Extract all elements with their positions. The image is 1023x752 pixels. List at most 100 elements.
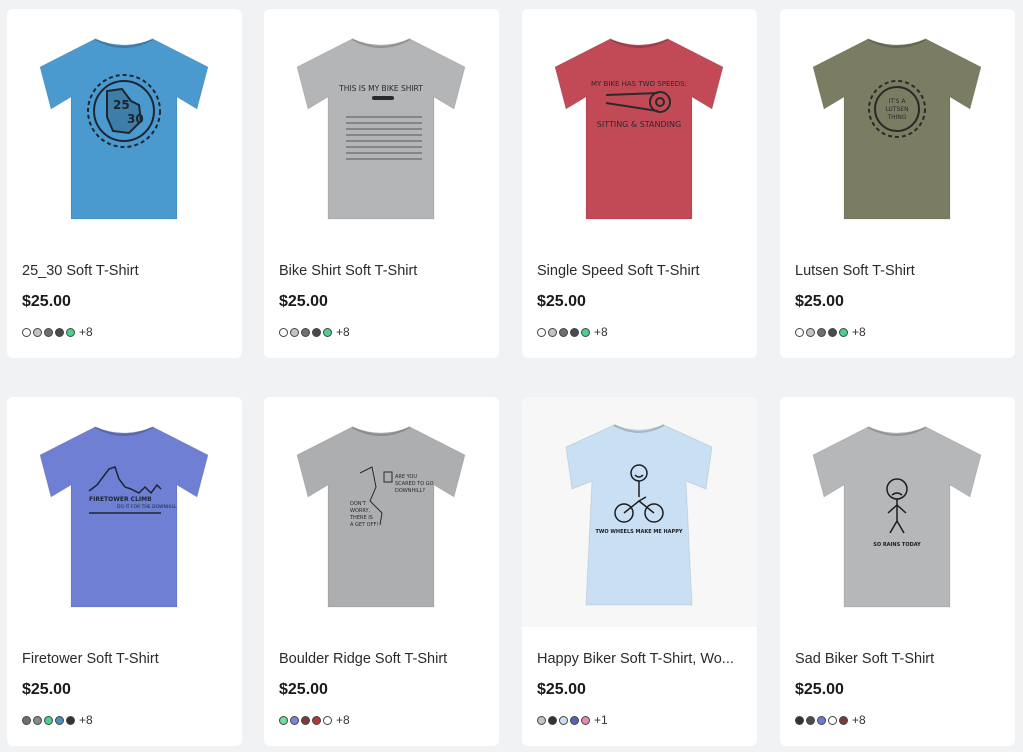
color-swatches[interactable]: +8	[279, 325, 350, 339]
color-swatch[interactable]	[33, 715, 42, 725]
color-swatch[interactable]	[828, 327, 837, 337]
color-swatch[interactable]	[581, 327, 590, 337]
graphic-text-4: WORRY,	[350, 508, 371, 514]
color-swatch[interactable]	[33, 327, 42, 337]
product-image[interactable]: FIRETOWER CLIMB DO IT FOR THE DOWNHILL	[7, 397, 242, 627]
color-swatches[interactable]: +1	[537, 713, 608, 727]
graphic-text-5: THERE IS	[349, 515, 373, 521]
tshirt-image: FIRETOWER CLIMB DO IT FOR THE DOWNHILL	[39, 426, 209, 608]
tshirt-image: SO RAINS TODAY	[812, 426, 982, 608]
color-swatch[interactable]	[795, 715, 804, 725]
product-card[interactable]: 25 30 25_30 Soft T-Shirt $25.00 +8	[7, 9, 242, 358]
graphic-text-1: DO IT FOR THE DOWNHILL	[117, 504, 177, 510]
color-swatch[interactable]	[290, 327, 299, 337]
product-title[interactable]: Boulder Ridge Soft T-Shirt	[279, 651, 489, 667]
color-swatch[interactable]	[806, 327, 815, 337]
graphic-text-3: DON'T	[350, 501, 367, 507]
product-title[interactable]: Bike Shirt Soft T-Shirt	[279, 263, 489, 279]
graphic-text-0: ARE YOU	[395, 474, 417, 480]
color-swatch[interactable]	[839, 327, 848, 337]
color-swatch[interactable]	[817, 327, 826, 337]
color-swatch[interactable]	[839, 715, 848, 725]
tshirt-image: THIS IS MY BIKE SHIRT	[296, 38, 466, 220]
color-swatch[interactable]	[806, 715, 815, 725]
color-swatch[interactable]	[537, 715, 546, 725]
product-price: $25.00	[22, 681, 71, 698]
graphic-text-2: DOWNHILL?	[395, 488, 425, 494]
color-swatch[interactable]	[55, 715, 64, 725]
color-swatch[interactable]	[312, 715, 321, 725]
product-card[interactable]: IT'S A LUTSEN THING Lutsen Soft T-Shirt …	[780, 9, 1015, 358]
color-swatch[interactable]	[323, 327, 332, 337]
color-swatch[interactable]	[279, 327, 288, 337]
color-swatch[interactable]	[570, 715, 579, 725]
product-price: $25.00	[537, 293, 586, 310]
product-card[interactable]: ARE YOU SCARED TO GO DOWNHILL? DON'T WOR…	[264, 397, 499, 746]
color-swatch[interactable]	[559, 327, 568, 337]
color-swatch[interactable]	[44, 327, 53, 337]
graphic-text-0: THIS IS MY BIKE SHIRT	[338, 84, 423, 93]
product-card[interactable]: FIRETOWER CLIMB DO IT FOR THE DOWNHILL F…	[7, 397, 242, 746]
graphic-text-1: SITTING & STANDING	[597, 120, 681, 129]
product-price: $25.00	[795, 293, 844, 310]
product-title[interactable]: Firetower Soft T-Shirt	[22, 651, 232, 667]
color-swatch[interactable]	[559, 715, 568, 725]
color-swatch[interactable]	[581, 715, 590, 725]
tshirt-image: MY BIKE HAS TWO SPEEDS: SITTING & STANDI…	[554, 38, 724, 220]
color-swatch[interactable]	[301, 715, 310, 725]
product-title[interactable]: Happy Biker Soft T-Shirt, Wo...	[537, 651, 747, 667]
color-swatches[interactable]: +8	[795, 325, 866, 339]
color-swatch[interactable]	[66, 715, 75, 725]
color-swatch[interactable]	[44, 715, 53, 725]
product-title[interactable]: 25_30 Soft T-Shirt	[22, 263, 232, 279]
product-card[interactable]: MY BIKE HAS TWO SPEEDS: SITTING & STANDI…	[522, 9, 757, 358]
product-title[interactable]: Single Speed Soft T-Shirt	[537, 263, 747, 279]
graphic-text-0: SO RAINS TODAY	[873, 542, 921, 548]
color-swatch[interactable]	[548, 327, 557, 337]
product-image[interactable]: MY BIKE HAS TWO SPEEDS: SITTING & STANDI…	[522, 9, 757, 239]
color-swatch[interactable]	[817, 715, 826, 725]
color-swatches[interactable]: +8	[279, 713, 350, 727]
color-swatch[interactable]	[548, 715, 557, 725]
color-swatch[interactable]	[22, 715, 31, 725]
product-image[interactable]: SO RAINS TODAY	[780, 397, 1015, 627]
tshirt-image: IT'S A LUTSEN THING	[812, 38, 982, 220]
color-swatch[interactable]	[570, 327, 579, 337]
product-image[interactable]: 25 30	[7, 9, 242, 239]
color-swatch[interactable]	[55, 327, 64, 337]
color-swatches[interactable]: +8	[22, 325, 93, 339]
tshirt-image: ARE YOU SCARED TO GO DOWNHILL? DON'T WOR…	[296, 426, 466, 608]
product-title[interactable]: Sad Biker Soft T-Shirt	[795, 651, 1005, 667]
color-swatch[interactable]	[290, 715, 299, 725]
product-image[interactable]: THIS IS MY BIKE SHIRT	[264, 9, 499, 239]
product-card[interactable]: SO RAINS TODAY Sad Biker Soft T-Shirt $2…	[780, 397, 1015, 746]
color-swatch[interactable]	[22, 327, 31, 337]
color-swatch[interactable]	[301, 327, 310, 337]
product-price: $25.00	[279, 293, 328, 310]
graphic-text-1: LUTSEN	[885, 106, 908, 113]
product-card[interactable]: TWO WHEELS MAKE ME HAPPY Happy Biker Sof…	[522, 397, 757, 746]
more-colors-count: +8	[79, 713, 93, 727]
color-swatch[interactable]	[795, 327, 804, 337]
color-swatches[interactable]: +8	[537, 325, 608, 339]
color-swatches[interactable]: +8	[795, 713, 866, 727]
product-card[interactable]: THIS IS MY BIKE SHIRT Bike Shirt Soft T-…	[264, 9, 499, 358]
color-swatches[interactable]: +8	[22, 713, 93, 727]
product-image[interactable]: IT'S A LUTSEN THING	[780, 9, 1015, 239]
color-swatch[interactable]	[537, 327, 546, 337]
more-colors-count: +1	[594, 713, 608, 727]
product-image[interactable]: TWO WHEELS MAKE ME HAPPY	[522, 397, 757, 627]
color-swatch[interactable]	[323, 715, 332, 725]
wrench-icon	[372, 96, 394, 100]
color-swatch[interactable]	[66, 327, 75, 337]
color-swatch[interactable]	[312, 327, 321, 337]
product-image[interactable]: ARE YOU SCARED TO GO DOWNHILL? DON'T WOR…	[264, 397, 499, 627]
product-title[interactable]: Lutsen Soft T-Shirt	[795, 263, 1005, 279]
product-price: $25.00	[279, 681, 328, 698]
more-colors-count: +8	[336, 325, 350, 339]
tshirt-image: 25 30	[39, 38, 209, 220]
color-swatch[interactable]	[828, 715, 837, 725]
graphic-text-0: MY BIKE HAS TWO SPEEDS:	[591, 80, 687, 88]
more-colors-count: +8	[336, 713, 350, 727]
color-swatch[interactable]	[279, 715, 288, 725]
